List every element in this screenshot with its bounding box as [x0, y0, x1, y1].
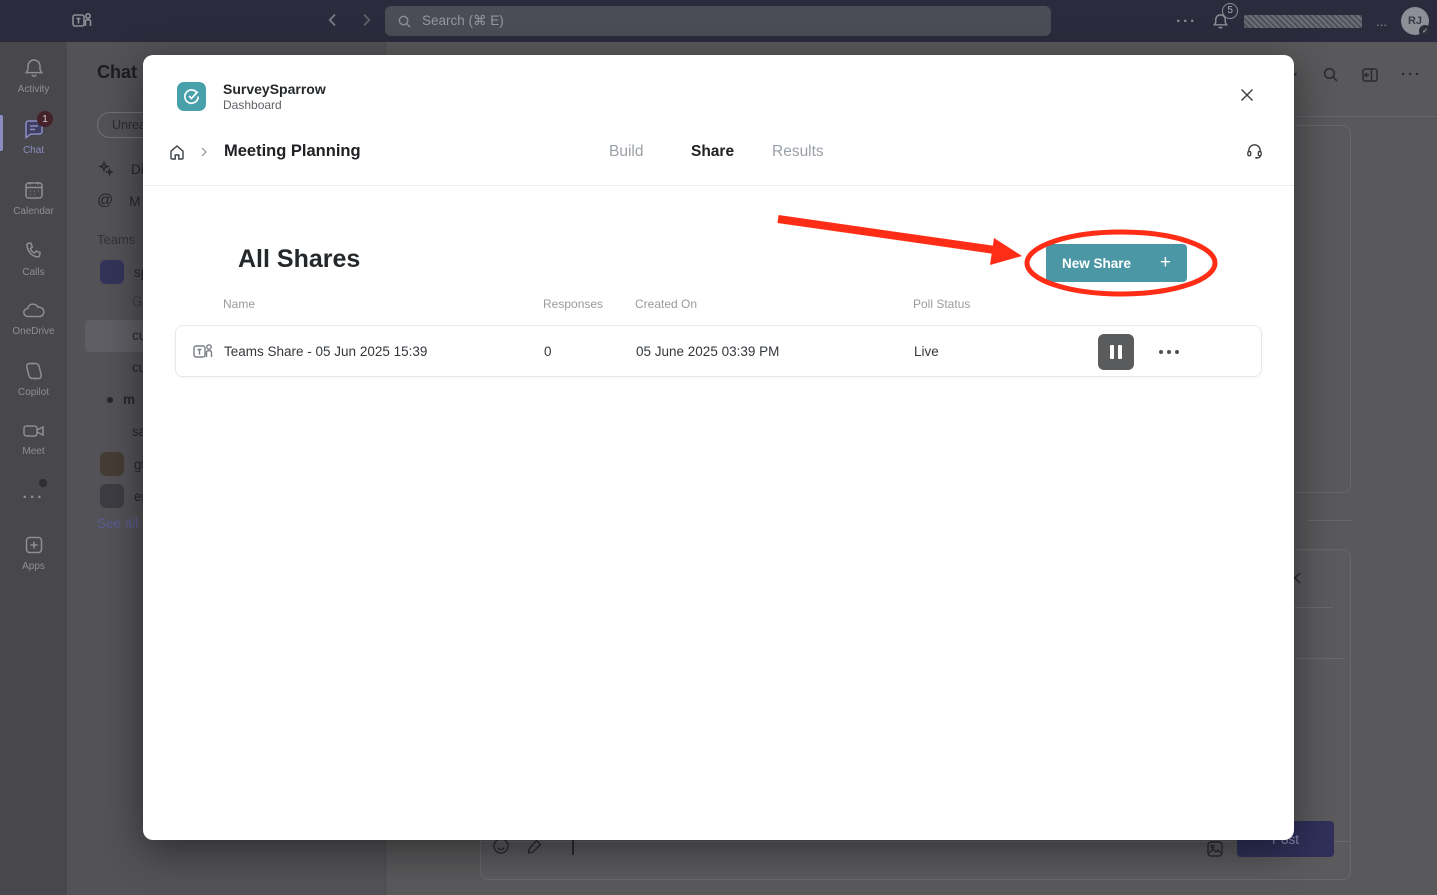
- chat-more-icon[interactable]: ···: [1401, 66, 1422, 83]
- share-created-on: 05 June 2025 03:39 PM: [636, 344, 779, 359]
- avatar[interactable]: RJ ✓: [1401, 7, 1429, 35]
- notifications-bell-icon[interactable]: 5: [1211, 12, 1230, 31]
- plus-icon: +: [1160, 252, 1171, 274]
- home-icon[interactable]: [168, 143, 186, 166]
- nav-back-icon[interactable]: [324, 11, 342, 34]
- sidebar-item-activity[interactable]: Activity: [0, 56, 67, 95]
- see-all-link[interactable]: See all: [97, 516, 138, 531]
- cloud-icon: [21, 300, 47, 322]
- close-icon[interactable]: [1238, 86, 1256, 109]
- chat-panel-title: Chat: [97, 62, 137, 83]
- nav-forward-icon[interactable]: [357, 11, 375, 34]
- video-camera-icon: [21, 420, 47, 442]
- list-item[interactable]: gt: [100, 452, 145, 476]
- top-bar: Search (⌘ E) ··· 5 ... RJ ✓: [0, 0, 1437, 42]
- app-name: SurveySparrow: [223, 81, 326, 97]
- sidebar-item-copilot[interactable]: Copilot: [0, 359, 67, 398]
- discover-item[interactable]: Di: [97, 160, 144, 178]
- teams-app-window: Search (⌘ E) ··· 5 ... RJ ✓ Activity: [0, 0, 1437, 895]
- presence-badge-icon: ✓: [1419, 25, 1431, 37]
- open-in-window-icon[interactable]: [1361, 67, 1379, 83]
- copilot-icon: [22, 359, 46, 383]
- tab-share[interactable]: Share: [691, 143, 734, 161]
- surveysparrow-logo-icon: [177, 82, 206, 111]
- list-item[interactable]: m: [107, 392, 135, 407]
- share-responses: 0: [544, 344, 552, 359]
- apps-plus-icon: [22, 533, 46, 557]
- teams-share-icon: [191, 340, 215, 369]
- breadcrumb-chevron-icon: [198, 145, 210, 163]
- avatar: [100, 452, 124, 476]
- column-header-name: Name: [223, 297, 255, 311]
- search-in-chat-icon[interactable]: [1322, 66, 1339, 83]
- column-header-poll-status: Poll Status: [913, 297, 970, 311]
- sidebar-item-meet[interactable]: Meet: [0, 420, 67, 457]
- redacted-account-name: [1244, 15, 1362, 28]
- calendar-icon: [22, 178, 46, 202]
- phone-icon: [22, 239, 46, 263]
- teams-section-label: Teams: [97, 232, 135, 247]
- list-item[interactable]: er: [100, 484, 146, 508]
- attach-image-icon[interactable]: [1205, 839, 1225, 864]
- search-input[interactable]: Search (⌘ E): [385, 6, 1051, 36]
- status-badge: Live: [914, 344, 939, 359]
- app-rail: Activity 1 Chat Calendar Calls: [0, 42, 67, 895]
- mentions-item[interactable]: @ M: [97, 192, 141, 210]
- avatar: [100, 260, 124, 284]
- app-subtitle: Dashboard: [223, 98, 282, 112]
- header-divider: [143, 185, 1294, 186]
- avatar: [100, 484, 124, 508]
- column-header-responses: Responses: [543, 297, 603, 311]
- chat-unread-badge: 1: [37, 111, 53, 127]
- sidebar-item-calendar[interactable]: Calendar: [0, 178, 67, 217]
- account-name-ellipsis: ...: [1376, 14, 1387, 29]
- page-title: All Shares: [238, 245, 360, 274]
- support-headset-icon[interactable]: [1245, 141, 1264, 165]
- search-icon: [397, 14, 412, 29]
- table-row[interactable]: Teams Share - 05 Jun 2025 15:39 0 05 Jun…: [175, 325, 1262, 377]
- search-placeholder: Search (⌘ E): [422, 13, 504, 29]
- notification-count-badge: 5: [1222, 3, 1238, 19]
- bell-icon: [22, 56, 46, 80]
- teams-logo-icon: [70, 9, 94, 38]
- tab-build[interactable]: Build: [609, 143, 643, 161]
- avatar-initials: RJ: [1408, 15, 1422, 27]
- tab-results[interactable]: Results: [772, 143, 824, 161]
- sidebar-item-chat[interactable]: 1 Chat: [0, 117, 67, 156]
- list-item[interactable]: sp: [100, 260, 148, 284]
- new-share-button[interactable]: New Share +: [1046, 244, 1187, 282]
- divider: [1307, 520, 1351, 521]
- row-more-icon[interactable]: [1159, 344, 1179, 360]
- active-indicator: [0, 115, 3, 151]
- rail-more-icon[interactable]: ···: [23, 489, 45, 507]
- pause-button[interactable]: [1098, 334, 1134, 370]
- share-name: Teams Share - 05 Jun 2025 15:39: [224, 344, 427, 359]
- unread-dot: [107, 397, 113, 403]
- sidebar-item-onedrive[interactable]: OneDrive: [0, 300, 67, 337]
- topbar-more-icon[interactable]: ···: [1176, 13, 1197, 30]
- sidebar-item-calls[interactable]: Calls: [0, 239, 67, 278]
- column-header-created-on: Created On: [635, 297, 697, 311]
- surveysparrow-dashboard-modal: SurveySparrow Dashboard Meeting Planning…: [143, 55, 1294, 840]
- breadcrumb: Meeting Planning: [224, 142, 361, 161]
- at-icon: @: [97, 192, 113, 210]
- sparkle-icon: [97, 160, 115, 178]
- sidebar-item-apps[interactable]: Apps: [0, 533, 67, 572]
- more-apps-notification-dot: [39, 479, 47, 487]
- list-item[interactable]: G: [132, 294, 143, 309]
